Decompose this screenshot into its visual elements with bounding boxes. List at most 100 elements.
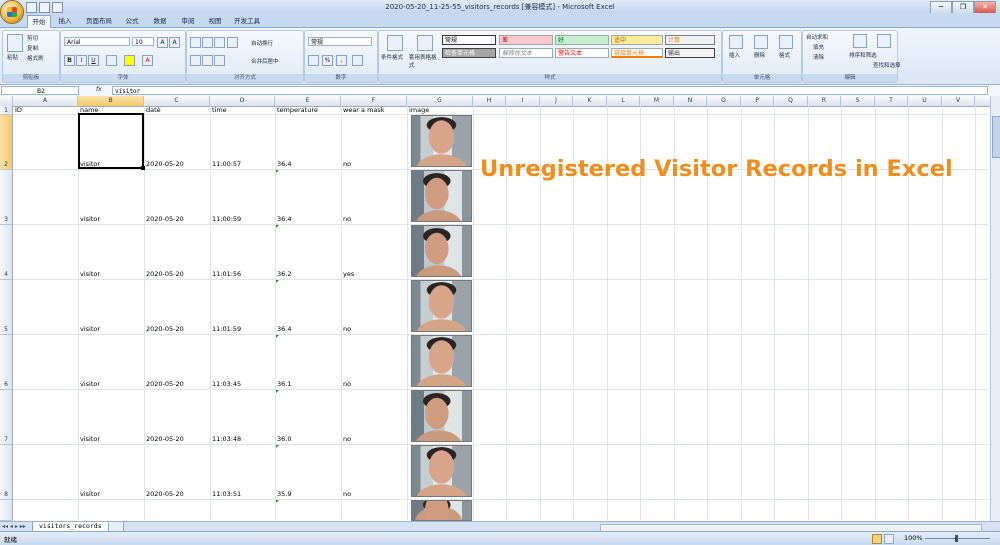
column-header-o[interactable]: O	[707, 96, 741, 106]
insert-cells-button[interactable]: 插入	[729, 51, 740, 59]
column-header-n[interactable]: N	[674, 96, 707, 106]
style-bad[interactable]: 差	[499, 35, 553, 45]
fill-color-icon[interactable]	[124, 55, 135, 66]
cell-time[interactable]: 11:03:48	[212, 435, 241, 443]
style-normal[interactable]: 常规	[442, 35, 496, 45]
row-header-5[interactable]: 5	[0, 280, 13, 335]
cell-name[interactable]: visitor	[80, 380, 100, 388]
visitor-photo[interactable]	[411, 225, 472, 277]
cell-time[interactable]: 11:01:59	[212, 325, 241, 333]
column-header-d[interactable]: D	[210, 96, 275, 106]
cell-name[interactable]: visitor	[80, 160, 100, 168]
font-name-select[interactable]: Arial	[64, 37, 130, 46]
number-format-select[interactable]: 常规	[308, 37, 372, 46]
fx-icon[interactable]: fx	[96, 86, 102, 93]
name-box[interactable]: B2	[1, 86, 79, 95]
cell-name[interactable]: visitor	[80, 270, 100, 278]
delete-cells-icon[interactable]	[754, 35, 768, 49]
column-header-q[interactable]: Q	[774, 96, 808, 106]
header-mask[interactable]: wear a mask	[343, 106, 385, 114]
visitor-photo[interactable]	[411, 390, 472, 442]
clear-button[interactable]: 清除	[813, 53, 824, 61]
header-image[interactable]: image	[409, 106, 429, 114]
visitor-photo[interactable]	[411, 445, 472, 497]
tab-home[interactable]: 开始	[27, 15, 51, 28]
column-header-h[interactable]: H	[473, 96, 506, 106]
borders-icon[interactable]	[106, 55, 117, 66]
cell-date[interactable]: 2020-05-20	[146, 490, 184, 498]
cell-mask[interactable]: no	[343, 325, 351, 333]
column-header-b[interactable]: B	[78, 96, 144, 106]
visitor-photo[interactable]	[411, 500, 472, 521]
cell-name[interactable]: visitor	[80, 490, 100, 498]
visitor-photo[interactable]	[411, 115, 472, 167]
sheet-nav-icon[interactable]: ◂◂ ◂ ▸ ▸▸	[2, 523, 26, 530]
underline-icon[interactable]: U	[88, 55, 99, 66]
column-header-v[interactable]: V	[942, 96, 975, 106]
cell-date[interactable]: 2020-05-20	[146, 160, 184, 168]
format-cells-icon[interactable]	[779, 35, 793, 49]
format-cells-button[interactable]: 格式	[779, 51, 790, 59]
style-explanatory[interactable]: 解释性文本	[499, 48, 553, 58]
cell-temperature[interactable]: 36.4	[277, 325, 291, 333]
delete-cells-button[interactable]: 删除	[754, 51, 765, 59]
align-bottom-icon[interactable]	[214, 37, 225, 48]
row-header-6[interactable]: 6	[0, 335, 13, 390]
style-output[interactable]: 输出	[665, 48, 715, 58]
column-header-k[interactable]: K	[573, 96, 607, 106]
column-header-s[interactable]: S	[841, 96, 875, 106]
cell-time[interactable]: 11:00:59	[212, 215, 241, 223]
cell-mask[interactable]: no	[343, 215, 351, 223]
fill-button[interactable]: 填充	[813, 43, 824, 51]
column-header-l[interactable]: L	[607, 96, 640, 106]
style-linked-cell[interactable]: 链接单元格	[611, 48, 663, 58]
row-header-4[interactable]: 4	[0, 225, 13, 280]
row-header-1[interactable]: 1	[0, 106, 13, 115]
tab-view[interactable]: 视图	[205, 15, 225, 27]
visitor-photo[interactable]	[411, 170, 472, 222]
percent-icon[interactable]: %	[322, 55, 333, 66]
copy-button[interactable]: 复制	[27, 44, 38, 52]
conditional-format-icon[interactable]	[387, 35, 403, 51]
cell-mask[interactable]: no	[343, 380, 351, 388]
visitor-photo[interactable]	[411, 335, 472, 387]
cell-time[interactable]: 11:00:57	[212, 160, 241, 168]
align-middle-icon[interactable]	[202, 37, 213, 48]
paste-icon[interactable]	[7, 34, 23, 52]
style-calculation[interactable]: 计算	[665, 35, 715, 45]
cell-date[interactable]: 2020-05-20	[146, 215, 184, 223]
zoom-slider-thumb[interactable]	[955, 535, 958, 542]
tab-developer[interactable]: 开发工具	[232, 15, 262, 27]
cell-mask[interactable]: yes	[343, 270, 354, 278]
paste-label[interactable]: 粘贴	[7, 53, 18, 61]
vertical-scrollbar[interactable]	[990, 96, 1000, 521]
tab-insert[interactable]: 插入	[55, 15, 75, 27]
style-good[interactable]: 好	[555, 35, 609, 45]
align-top-icon[interactable]	[190, 37, 201, 48]
orientation-icon[interactable]	[227, 37, 238, 48]
column-header-g[interactable]: G	[407, 96, 473, 106]
tab-review[interactable]: 审阅	[178, 15, 198, 27]
style-warning[interactable]: 警告文本	[555, 48, 609, 58]
column-header-c[interactable]: C	[144, 96, 210, 106]
cell-name[interactable]: visitor	[80, 215, 100, 223]
column-header-j[interactable]: J	[540, 96, 573, 106]
style-check-cell[interactable]: 检查单元格	[442, 48, 496, 58]
cell-temperature[interactable]: 36.0	[277, 435, 291, 443]
zoom-level[interactable]: 100%	[904, 534, 923, 542]
style-neutral[interactable]: 适中	[611, 35, 663, 45]
font-size-select[interactable]: 10	[132, 37, 154, 46]
format-as-table-button[interactable]: 套用表格格式	[409, 53, 439, 69]
row-header-2[interactable]: 2	[0, 115, 13, 170]
autosum-button[interactable]: 自动求和	[806, 33, 828, 41]
page-layout-view-icon[interactable]	[884, 534, 894, 544]
cell-date[interactable]: 2020-05-20	[146, 435, 184, 443]
column-header-f[interactable]: F	[341, 96, 407, 106]
tab-formulas[interactable]: 公式	[122, 15, 142, 27]
column-header-e[interactable]: E	[275, 96, 341, 106]
column-header-m[interactable]: M	[640, 96, 674, 106]
cell-time[interactable]: 11:03:45	[212, 380, 241, 388]
find-select-button[interactable]: 查找和选择	[873, 61, 901, 69]
cell-time[interactable]: 11:03:51	[212, 490, 241, 498]
tab-data[interactable]: 数据	[150, 15, 170, 27]
